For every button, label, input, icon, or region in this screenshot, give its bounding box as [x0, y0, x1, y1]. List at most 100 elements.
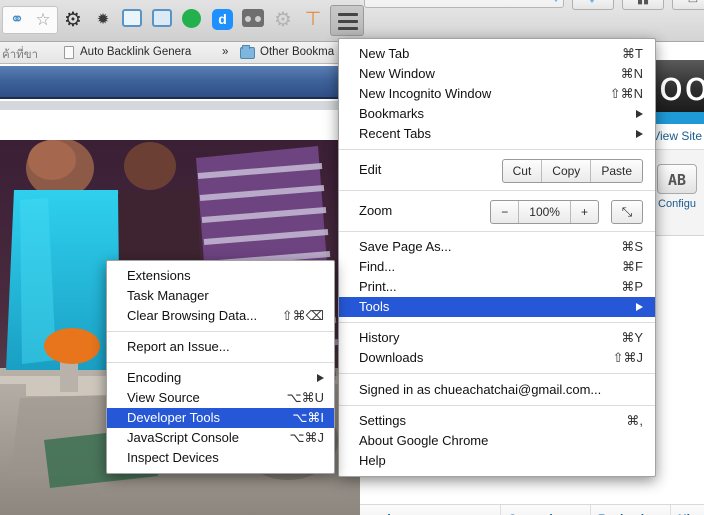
mac-search-field[interactable] — [364, 0, 564, 8]
window-star-icon[interactable] — [152, 9, 174, 31]
star-bookmark-icon[interactable]: ☆ — [32, 9, 54, 31]
menu-item-help[interactable]: Help — [339, 451, 655, 471]
submenu-item-javascript-console[interactable]: JavaScript Console ⌥⌘J — [107, 428, 334, 448]
submenu-item-developer-tools[interactable]: Developer Tools ⌥⌘I — [107, 408, 334, 428]
menu-separator — [339, 231, 655, 232]
menu-item-label: Print... — [359, 279, 397, 294]
bookmark-item-auto-backlink[interactable]: Auto Backlink Genera — [80, 46, 191, 58]
menu-item-shortcut: ⌘T — [622, 46, 643, 61]
menu-item-shortcut: ⌥⌘J — [289, 430, 324, 445]
menu-item-recent-tabs[interactable]: Recent Tabs — [339, 124, 655, 144]
view-site-link[interactable]: View Site — [652, 129, 702, 143]
submenu-item-view-source[interactable]: View Source ⌥⌘U — [107, 388, 334, 408]
menu-item-tools[interactable]: Tools — [339, 297, 655, 317]
link-chain-icon[interactable]: ⚭ — [6, 9, 28, 31]
submenu-item-extensions[interactable]: Extensions — [107, 266, 334, 286]
chrome-extension-toolbar: ⚭ ☆ ⚙ ✹ d ⚙ ⊤ — [0, 0, 364, 42]
mac-pause-button[interactable]: ▮▮ — [622, 0, 664, 10]
menu-item-label: Bookmarks — [359, 106, 425, 121]
menu-row-zoom: Zoom − 100% + ⤡ — [339, 196, 655, 226]
menu-item-new-incognito-window[interactable]: New Incognito Window ⇧⌘N — [339, 84, 655, 104]
blue-d-icon[interactable]: d — [212, 9, 234, 31]
submenu-arrow-icon — [636, 110, 643, 118]
menu-item-shortcut: ⌘S — [621, 239, 643, 254]
configuration-label: Configu — [658, 198, 696, 210]
bug-debug-icon[interactable]: ✹ — [92, 9, 114, 31]
menu-item-label: JavaScript Console — [127, 430, 239, 445]
menu-item-shortcut: ⌘, — [626, 413, 643, 428]
menu-item-new-tab[interactable]: New Tab ⌘T — [339, 44, 655, 64]
green-owl-icon[interactable] — [182, 9, 204, 31]
menu-item-new-window[interactable]: New Window ⌘N — [339, 64, 655, 84]
menu-item-label: Downloads — [359, 350, 424, 365]
zoom-in-button[interactable]: + — [569, 201, 598, 223]
menu-row-edit: Edit Cut Copy Paste — [339, 155, 655, 185]
menu-item-label: New Incognito Window — [359, 86, 492, 101]
mac-slider-button[interactable]: ▭ — [672, 0, 704, 10]
menu-item-label: Find... — [359, 259, 396, 274]
menu-item-label: Help — [359, 453, 386, 468]
menu-item-settings[interactable]: Settings ⌘, — [339, 411, 655, 431]
submenu-item-task-manager[interactable]: Task Manager — [107, 286, 334, 306]
table-column-divider — [590, 505, 591, 515]
gear-outline-icon[interactable]: ⚙ — [272, 9, 294, 31]
menu-item-print[interactable]: Print... ⌘P — [339, 277, 655, 297]
submenu-item-encoding[interactable]: Encoding — [107, 368, 334, 388]
submenu-item-clear-browsing-data[interactable]: Clear Browsing Data... ⇧⌘⌫ — [107, 306, 334, 326]
speedometer-icon[interactable] — [122, 9, 144, 31]
menu-item-save-page-as[interactable]: Save Page As... ⌘S — [339, 237, 655, 257]
zoom-out-button[interactable]: − — [491, 201, 518, 223]
submenu-arrow-icon — [636, 303, 643, 311]
menu-separator — [339, 405, 655, 406]
bookmark-item-thai[interactable]: ค้าที่ขา — [2, 46, 38, 64]
menu-item-label: New Tab — [359, 46, 410, 61]
menu-item-about-google-chrome[interactable]: About Google Chrome — [339, 431, 655, 451]
chrome-main-menu: New Tab ⌘T New Window ⌘N New Incognito W… — [338, 38, 656, 477]
menu-item-downloads[interactable]: Downloads ⇧⌘J — [339, 348, 655, 368]
menu-item-signed-in-account[interactable]: Signed in as chueachatchai@gmail.com... — [339, 379, 655, 400]
menu-separator — [107, 331, 334, 332]
menu-item-shortcut: ⌘Y — [621, 330, 643, 345]
mac-window-toolbar: ▮▮ ▭ › — [360, 0, 704, 42]
menu-item-label: View Source — [127, 390, 200, 405]
hamburger-line — [338, 27, 358, 30]
copy-button[interactable]: Copy — [541, 160, 590, 182]
bookmark-item-other-bookmarks[interactable]: Other Bookma — [260, 46, 334, 58]
menu-item-shortcut: ⌘N — [620, 66, 643, 81]
bookmark-overflow-chevron[interactable]: » — [222, 46, 228, 58]
zoom-row-label: Zoom — [359, 203, 393, 218]
table-column-divider — [500, 505, 501, 515]
tools-submenu: Extensions Task Manager Clear Browsing D… — [106, 260, 335, 474]
menu-item-history[interactable]: History ⌘Y — [339, 328, 655, 348]
submenu-item-report-an-issue[interactable]: Report an Issue... — [107, 337, 334, 357]
submenu-arrow-icon — [317, 374, 324, 382]
menu-item-label: Clear Browsing Data... — [127, 308, 258, 323]
hamburger-line — [338, 20, 358, 23]
gear-settings-icon[interactable]: ⚙ — [62, 9, 84, 31]
menu-item-label: Tools — [359, 299, 390, 314]
menu-item-find[interactable]: Find... ⌘F — [339, 257, 655, 277]
fullscreen-button[interactable]: ⤡ — [611, 200, 643, 224]
menu-separator — [339, 149, 655, 150]
cut-button[interactable]: Cut — [503, 160, 542, 182]
table-column-divider — [670, 505, 671, 515]
menu-item-label: Extensions — [127, 268, 191, 283]
menu-separator — [339, 322, 655, 323]
menu-item-label: Settings — [359, 413, 406, 428]
menu-item-shortcut: ⌥⌘U — [286, 390, 324, 405]
orange-tool-icon[interactable]: ⊤ — [302, 9, 324, 31]
articles-table-header: gories Created Revised Hits — [360, 504, 704, 515]
page-header-banner — [0, 66, 360, 99]
menu-item-label: Save Page As... — [359, 239, 452, 254]
gray-dots-icon[interactable] — [242, 9, 264, 31]
submenu-arrow-icon — [636, 130, 643, 138]
chrome-menu-button[interactable] — [330, 5, 364, 36]
submenu-item-inspect-devices[interactable]: Inspect Devices — [107, 448, 334, 468]
mac-dropdown-chevron-icon[interactable] — [550, 0, 562, 2]
menu-item-label: Report an Issue... — [127, 339, 230, 354]
zoom-controls-group: − 100% + — [490, 200, 599, 224]
menu-item-bookmarks[interactable]: Bookmarks — [339, 104, 655, 124]
configuration-button[interactable]: AB Configu — [654, 164, 700, 210]
configuration-icon: AB — [657, 164, 697, 194]
paste-button[interactable]: Paste — [590, 160, 642, 182]
